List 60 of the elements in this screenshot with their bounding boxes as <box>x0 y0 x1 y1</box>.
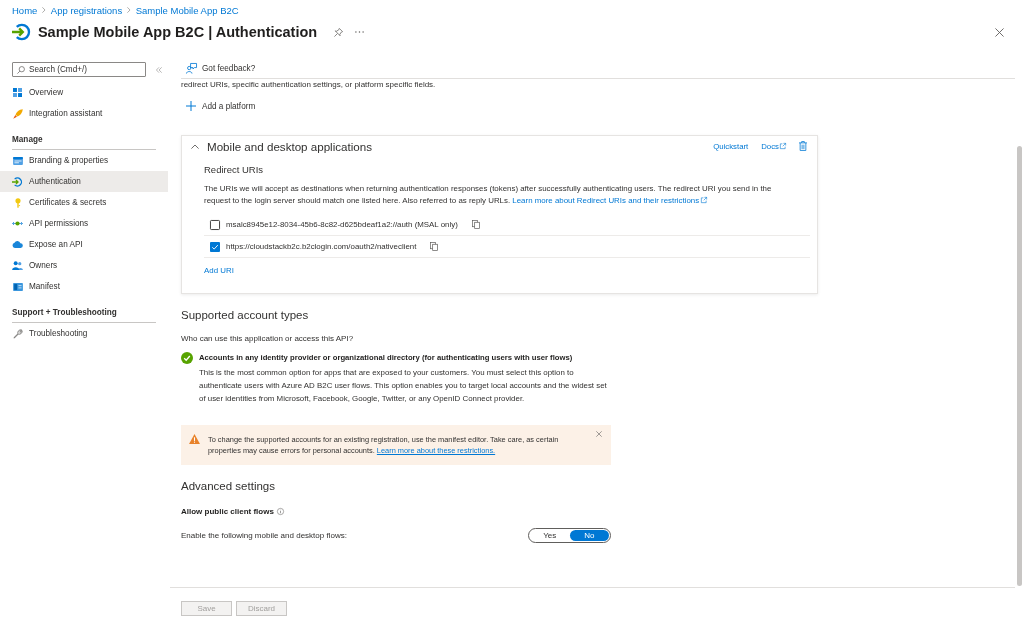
chevron-right-icon <box>42 7 46 13</box>
section-heading: Advanced settings <box>181 479 275 494</box>
collapse-icon[interactable] <box>156 66 162 73</box>
checkbox[interactable] <box>210 241 220 252</box>
search-icon <box>17 65 25 74</box>
sidebar-item[interactable]: Owners <box>0 255 168 276</box>
copy-icon[interactable] <box>430 242 439 251</box>
cloud-icon <box>12 241 23 248</box>
sidebar-item[interactable]: Branding & properties <box>0 150 168 171</box>
sidebar-item[interactable]: Certificates & secrets <box>0 192 168 213</box>
close-icon[interactable] <box>995 27 1004 37</box>
sidebar-item[interactable]: Troubleshooting <box>0 323 168 344</box>
section-title: Redirect URIs <box>204 163 265 177</box>
sidebar-item[interactable]: Authentication <box>0 171 168 192</box>
card-title: Mobile and desktop applications <box>207 139 372 153</box>
panel-icon <box>12 282 23 291</box>
sidebar-item[interactable]: API permissions <box>0 213 168 234</box>
breadcrumb-link[interactable]: App registrations <box>50 4 123 16</box>
sidebar-item[interactable]: Expose an API <box>0 234 168 255</box>
sidebar-item[interactable]: Overview <box>0 82 168 103</box>
section-heading: Manage <box>12 135 43 144</box>
sidebar-item[interactable]: Integration assistant <box>0 103 168 124</box>
copy-icon[interactable] <box>471 220 480 229</box>
caret-icon[interactable] <box>191 143 199 149</box>
setting-label: Allow public client flows <box>181 506 274 516</box>
arrow-circle-icon <box>12 176 23 187</box>
warning-icon <box>189 434 200 444</box>
intro-text: redirect URIs, specific authentication settings, or platform specific fields. <box>181 79 436 90</box>
feedback-icon <box>186 63 197 74</box>
section-heading: Support + Troubleshooting <box>12 308 117 317</box>
pin-icon[interactable] <box>334 27 344 37</box>
breadcrumb-link[interactable]: Sample Mobile App B2C <box>135 4 239 16</box>
setting-description: Enable the following mobile and desktop flows: <box>181 531 347 540</box>
feedback-button[interactable]: Got feedback? <box>186 63 256 74</box>
external-link-icon <box>780 143 786 149</box>
page-title: Sample Mobile App B2C | Authentication <box>37 23 318 42</box>
external-link-icon <box>701 197 708 203</box>
add-platform-button[interactable]: Add a platform <box>181 98 256 114</box>
info-icon[interactable] <box>276 507 284 515</box>
toggle-option[interactable]: No <box>569 530 609 541</box>
arrow-circle-icon <box>12 23 31 41</box>
plus-icon <box>186 101 196 111</box>
wrench-icon <box>12 328 23 339</box>
sidebar-item[interactable]: Manifest <box>0 276 168 297</box>
key-icon <box>14 197 21 208</box>
search-field[interactable]: Search (Cmd+/) <box>12 62 146 77</box>
grid-icon <box>13 88 22 97</box>
close-icon[interactable] <box>596 430 602 437</box>
toggle-option[interactable]: Yes <box>530 530 570 541</box>
people-icon <box>12 261 23 270</box>
scrollbar-thumb[interactable] <box>1017 146 1022 586</box>
section-heading: Supported account types <box>181 308 309 323</box>
trash-icon[interactable] <box>799 141 807 151</box>
chevron-right-icon <box>127 7 131 13</box>
checkbox[interactable] <box>210 219 220 230</box>
breadcrumb-link[interactable]: Home <box>12 4 38 16</box>
connector-icon <box>12 220 23 227</box>
question-text: Who can use this application or access this API? <box>181 332 354 344</box>
card-icon <box>12 156 23 165</box>
feather-icon <box>12 108 23 119</box>
